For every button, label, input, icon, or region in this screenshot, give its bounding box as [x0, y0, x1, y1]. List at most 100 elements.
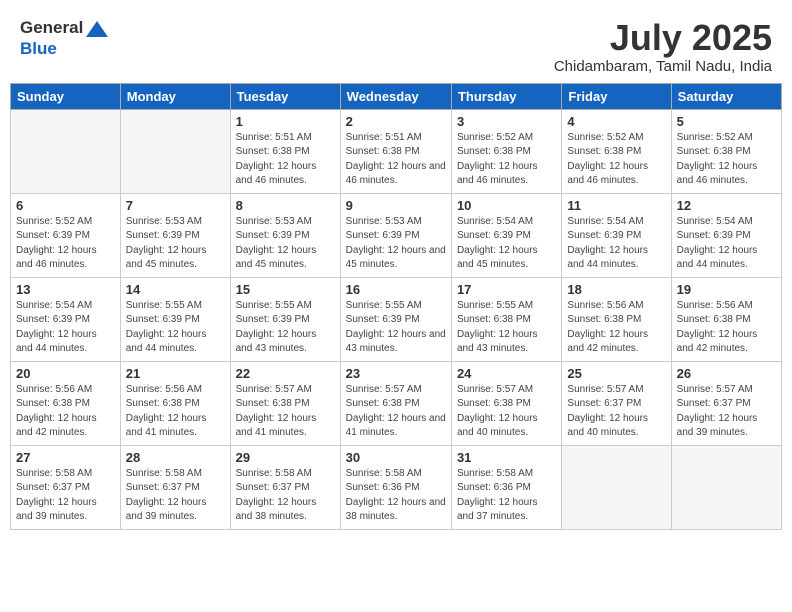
day-info: Sunrise: 5:58 AM Sunset: 6:37 PM Dayligh…	[236, 467, 335, 525]
calendar-day-cell: 7 Sunrise: 5:53 AM Sunset: 6:39 PM Daylig…	[120, 193, 230, 277]
day-number: 3	[457, 114, 556, 129]
calendar-day-cell: 6Sunrise: 5:52 AM Sunset: 6:39 PM Daylig…	[11, 193, 121, 277]
day-info: Sunrise: 5:55 AM Sunset: 6:39 PM Dayligh…	[236, 299, 335, 357]
day-number: 10	[457, 198, 556, 213]
weekday-header-wednesday: Wednesday	[340, 83, 451, 109]
title-block: July 2025 Chidambaram, Tamil Nadu, India	[554, 18, 772, 75]
day-number: 8	[236, 198, 335, 213]
calendar-day-cell: 2 Sunrise: 5:51 AM Sunset: 6:38 PM Daylig…	[340, 109, 451, 193]
calendar-week-row: 20Sunrise: 5:56 AM Sunset: 6:38 PM Dayli…	[11, 361, 782, 445]
day-number: 24	[457, 366, 556, 381]
calendar-day-cell: 4 Sunrise: 5:52 AM Sunset: 6:38 PM Daylig…	[562, 109, 671, 193]
calendar-day-cell: 8Sunrise: 5:53 AM Sunset: 6:39 PM Daylig…	[230, 193, 340, 277]
day-info: Sunrise: 5:54 AM Sunset: 6:39 PM Dayligh…	[457, 215, 556, 273]
day-info: Sunrise: 5:54 AM Sunset: 6:39 PM Dayligh…	[16, 299, 115, 357]
calendar-day-cell: 19Sunrise: 5:56 AM Sunset: 6:38 PM Dayli…	[671, 277, 781, 361]
calendar-day-cell: 18 Sunrise: 5:56 AM Sunset: 6:38 PM Dayli…	[562, 277, 671, 361]
day-info: Sunrise: 5:58 AM Sunset: 6:36 PM Dayligh…	[346, 467, 446, 525]
day-info: Sunrise: 5:57 AM Sunset: 6:37 PM Dayligh…	[567, 383, 665, 441]
day-number: 15	[236, 282, 335, 297]
calendar-day-cell	[671, 445, 781, 529]
page-header: General Blue July 2025 Chidambaram, Tami…	[10, 10, 782, 79]
weekday-header-sunday: Sunday	[11, 83, 121, 109]
calendar-day-cell: 26 Sunrise: 5:57 AM Sunset: 6:37 PM Dayli…	[671, 361, 781, 445]
location-title: Chidambaram, Tamil Nadu, India	[554, 58, 772, 75]
day-info: Sunrise: 5:52 AM Sunset: 6:38 PM Dayligh…	[457, 131, 556, 189]
calendar-week-row: 27 Sunrise: 5:58 AM Sunset: 6:37 PM Dayli…	[11, 445, 782, 529]
weekday-header-saturday: Saturday	[671, 83, 781, 109]
calendar-day-cell: 11Sunrise: 5:54 AM Sunset: 6:39 PM Dayli…	[562, 193, 671, 277]
calendar-table: SundayMondayTuesdayWednesdayThursdayFrid…	[10, 83, 782, 530]
logo-icon	[84, 19, 110, 39]
calendar-day-cell: 13 Sunrise: 5:54 AM Sunset: 6:39 PM Dayli…	[11, 277, 121, 361]
day-info: Sunrise: 5:56 AM Sunset: 6:38 PM Dayligh…	[567, 299, 665, 357]
calendar-day-cell: 30 Sunrise: 5:58 AM Sunset: 6:36 PM Dayli…	[340, 445, 451, 529]
calendar-day-cell: 9Sunrise: 5:53 AM Sunset: 6:39 PM Daylig…	[340, 193, 451, 277]
day-info: Sunrise: 5:52 AM Sunset: 6:38 PM Dayligh…	[677, 131, 776, 189]
day-number: 25	[567, 366, 665, 381]
calendar-week-row: 6Sunrise: 5:52 AM Sunset: 6:39 PM Daylig…	[11, 193, 782, 277]
day-number: 4	[567, 114, 665, 129]
day-info: Sunrise: 5:53 AM Sunset: 6:39 PM Dayligh…	[346, 215, 446, 273]
calendar-day-cell: 28 Sunrise: 5:58 AM Sunset: 6:37 PM Dayli…	[120, 445, 230, 529]
day-number: 23	[346, 366, 446, 381]
calendar-day-cell: 12 Sunrise: 5:54 AM Sunset: 6:39 PM Dayli…	[671, 193, 781, 277]
calendar-week-row: 1 Sunrise: 5:51 AM Sunset: 6:38 PM Daylig…	[11, 109, 782, 193]
day-number: 2	[346, 114, 446, 129]
calendar-day-cell	[11, 109, 121, 193]
day-info: Sunrise: 5:56 AM Sunset: 6:38 PM Dayligh…	[677, 299, 776, 357]
day-number: 18	[567, 282, 665, 297]
calendar-day-cell: 16Sunrise: 5:55 AM Sunset: 6:39 PM Dayli…	[340, 277, 451, 361]
day-number: 31	[457, 450, 556, 465]
weekday-header-row: SundayMondayTuesdayWednesdayThursdayFrid…	[11, 83, 782, 109]
day-number: 12	[677, 198, 776, 213]
day-number: 21	[126, 366, 225, 381]
day-info: Sunrise: 5:54 AM Sunset: 6:39 PM Dayligh…	[677, 215, 776, 273]
calendar-day-cell: 22 Sunrise: 5:57 AM Sunset: 6:38 PM Dayli…	[230, 361, 340, 445]
day-info: Sunrise: 5:53 AM Sunset: 6:39 PM Dayligh…	[126, 215, 225, 273]
logo: General Blue	[20, 18, 111, 59]
day-info: Sunrise: 5:55 AM Sunset: 6:38 PM Dayligh…	[457, 299, 556, 357]
day-info: Sunrise: 5:57 AM Sunset: 6:38 PM Dayligh…	[457, 383, 556, 441]
day-number: 7	[126, 198, 225, 213]
day-info: Sunrise: 5:57 AM Sunset: 6:38 PM Dayligh…	[346, 383, 446, 441]
day-info: Sunrise: 5:51 AM Sunset: 6:38 PM Dayligh…	[236, 131, 335, 189]
calendar-day-cell: 15 Sunrise: 5:55 AM Sunset: 6:39 PM Dayli…	[230, 277, 340, 361]
calendar-day-cell: 31 Sunrise: 5:58 AM Sunset: 6:36 PM Dayli…	[451, 445, 561, 529]
day-info: Sunrise: 5:56 AM Sunset: 6:38 PM Dayligh…	[126, 383, 225, 441]
day-number: 14	[126, 282, 225, 297]
day-number: 30	[346, 450, 446, 465]
calendar-day-cell: 23 Sunrise: 5:57 AM Sunset: 6:38 PM Dayli…	[340, 361, 451, 445]
day-info: Sunrise: 5:55 AM Sunset: 6:39 PM Dayligh…	[346, 299, 446, 357]
logo-blue: Blue	[20, 39, 57, 58]
day-info: Sunrise: 5:51 AM Sunset: 6:38 PM Dayligh…	[346, 131, 446, 189]
day-info: Sunrise: 5:58 AM Sunset: 6:36 PM Dayligh…	[457, 467, 556, 525]
calendar-day-cell: 14Sunrise: 5:55 AM Sunset: 6:39 PM Dayli…	[120, 277, 230, 361]
day-number: 17	[457, 282, 556, 297]
day-info: Sunrise: 5:57 AM Sunset: 6:37 PM Dayligh…	[677, 383, 776, 441]
day-info: Sunrise: 5:54 AM Sunset: 6:39 PM Dayligh…	[567, 215, 665, 273]
day-info: Sunrise: 5:56 AM Sunset: 6:38 PM Dayligh…	[16, 383, 115, 441]
calendar-day-cell: 3 Sunrise: 5:52 AM Sunset: 6:38 PM Daylig…	[451, 109, 561, 193]
calendar-day-cell: 10 Sunrise: 5:54 AM Sunset: 6:39 PM Dayli…	[451, 193, 561, 277]
calendar-day-cell: 1 Sunrise: 5:51 AM Sunset: 6:38 PM Daylig…	[230, 109, 340, 193]
calendar-day-cell	[562, 445, 671, 529]
day-info: Sunrise: 5:57 AM Sunset: 6:38 PM Dayligh…	[236, 383, 335, 441]
day-info: Sunrise: 5:58 AM Sunset: 6:37 PM Dayligh…	[16, 467, 115, 525]
day-info: Sunrise: 5:52 AM Sunset: 6:38 PM Dayligh…	[567, 131, 665, 189]
day-number: 26	[677, 366, 776, 381]
day-info: Sunrise: 5:58 AM Sunset: 6:37 PM Dayligh…	[126, 467, 225, 525]
day-number: 6	[16, 198, 115, 213]
day-number: 27	[16, 450, 115, 465]
day-number: 28	[126, 450, 225, 465]
day-number: 1	[236, 114, 335, 129]
day-number: 22	[236, 366, 335, 381]
day-number: 13	[16, 282, 115, 297]
calendar-day-cell: 17 Sunrise: 5:55 AM Sunset: 6:38 PM Dayli…	[451, 277, 561, 361]
calendar-day-cell: 5Sunrise: 5:52 AM Sunset: 6:38 PM Daylig…	[671, 109, 781, 193]
calendar-week-row: 13 Sunrise: 5:54 AM Sunset: 6:39 PM Dayli…	[11, 277, 782, 361]
calendar-day-cell: 20Sunrise: 5:56 AM Sunset: 6:38 PM Dayli…	[11, 361, 121, 445]
calendar-day-cell: 24 Sunrise: 5:57 AM Sunset: 6:38 PM Dayli…	[451, 361, 561, 445]
weekday-header-monday: Monday	[120, 83, 230, 109]
day-number: 29	[236, 450, 335, 465]
